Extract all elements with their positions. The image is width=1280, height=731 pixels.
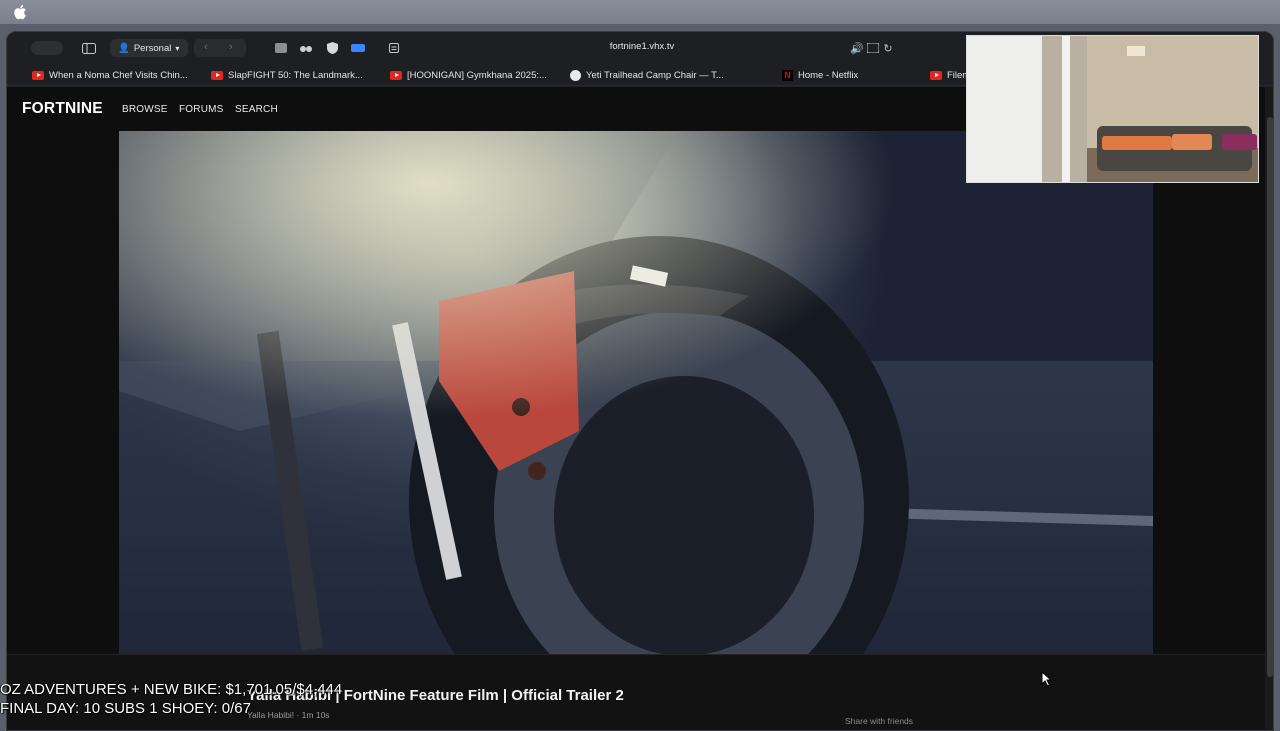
webcam-room-scene <box>967 36 1258 182</box>
tab-overview-button[interactable] <box>31 41 63 55</box>
bookmark-label: When a Noma Chef Visits Chin... <box>49 69 188 81</box>
overlay-line-goal: OZ ADVENTURES + NEW BIKE: $1,701.05/$4,4… <box>0 681 343 698</box>
macos-menu-bar <box>0 0 1280 24</box>
bookmark-label: SlapFIGHT 50: The Landmark... <box>228 69 363 81</box>
mouse-cursor-icon <box>1041 671 1053 687</box>
extension-blue-icon[interactable] <box>350 40 366 56</box>
netflix-icon: N <box>782 69 793 81</box>
youtube-icon <box>32 70 44 80</box>
extension-photos-icon[interactable] <box>274 40 288 56</box>
nav-search[interactable]: SEARCH <box>235 104 278 115</box>
youtube-icon <box>930 70 942 80</box>
youtube-icon <box>390 70 402 80</box>
forward-arrow-icon[interactable]: › <box>229 41 233 53</box>
profile-selector[interactable]: 👤 Personal ▾ <box>110 39 188 57</box>
navigation-buttons: ‹ › <box>194 39 246 57</box>
video-player[interactable] <box>119 131 1153 654</box>
bookmark-item[interactable]: Filem <box>930 68 970 82</box>
reload-icon[interactable]: ↻ <box>882 40 894 56</box>
share-label[interactable]: Share with friends <box>845 716 913 726</box>
person-icon: 👤 <box>118 42 130 54</box>
page-scrollbar[interactable] <box>1265 87 1273 730</box>
address-bar[interactable]: fortnine1.vhx.tv <box>407 41 877 52</box>
bookmark-label: [HOONIGAN] Gymkhana 2025:... <box>407 69 547 81</box>
extension-incognito-icon[interactable] <box>299 40 313 56</box>
bookmark-item[interactable]: Yeti Trailhead Camp Chair — T... <box>570 68 724 82</box>
reader-icon[interactable] <box>387 40 401 56</box>
video-frame-motorcycle-wheel <box>119 131 1153 654</box>
scrollbar-thumb[interactable] <box>1267 117 1273 677</box>
webcam-overlay <box>966 35 1259 183</box>
chevron-down-icon: ▾ <box>175 43 180 53</box>
nav-forums[interactable]: FORUMS <box>179 104 224 115</box>
speaker-icon[interactable]: 🔊 <box>850 40 864 56</box>
bookmark-item[interactable]: SlapFIGHT 50: The Landmark... <box>211 68 363 82</box>
bookmark-label: Yeti Trailhead Camp Chair — T... <box>586 69 724 81</box>
bookmark-item[interactable]: When a Noma Chef Visits Chin... <box>32 68 188 82</box>
web-page: FORTNINE BROWSE FORUMS SEARCH Yalla Habi… <box>7 87 1273 730</box>
yeti-icon <box>570 69 581 81</box>
apple-logo-icon[interactable] <box>13 4 27 20</box>
site-logo[interactable]: FORTNINE <box>22 100 103 118</box>
stream-overlay-text: OZ ADVENTURES + NEW BIKE: $1,701.05/$4,4… <box>0 680 342 718</box>
sidebar-toggle-icon[interactable] <box>81 40 97 56</box>
youtube-icon <box>211 70 223 80</box>
overlay-line-subs: FINAL DAY: 10 SUBS 1 SHOEY: 0/67 <box>0 700 251 717</box>
bookmark-label: Home - Netflix <box>798 69 859 81</box>
back-arrow-icon[interactable]: ‹ <box>204 41 208 53</box>
translate-icon[interactable] <box>866 40 880 56</box>
shield-icon[interactable] <box>325 40 339 56</box>
profile-label: Personal <box>133 42 172 54</box>
bookmark-item[interactable]: N Home - Netflix <box>782 68 858 82</box>
nav-browse[interactable]: BROWSE <box>122 104 168 115</box>
bookmark-item[interactable]: [HOONIGAN] Gymkhana 2025:... <box>390 68 547 82</box>
